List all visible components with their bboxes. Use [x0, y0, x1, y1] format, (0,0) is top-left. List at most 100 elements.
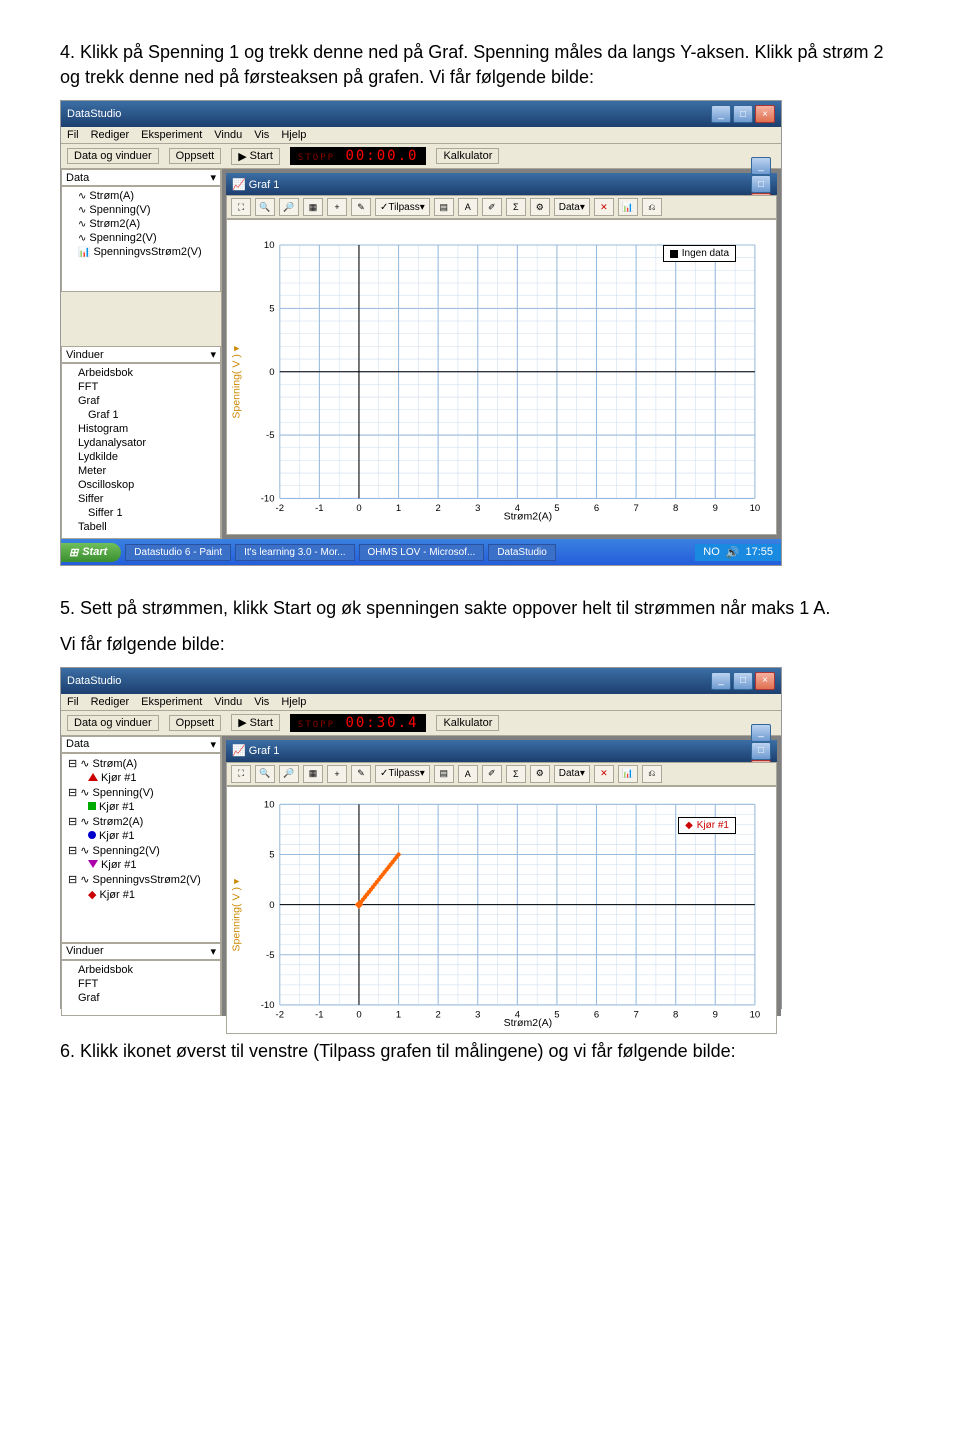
- menu-vis[interactable]: Vis: [254, 696, 269, 708]
- list-item[interactable]: Lydanalysator: [64, 436, 218, 450]
- list-item[interactable]: Lydkilde: [64, 450, 218, 464]
- tool-icon[interactable]: ⎌: [642, 765, 662, 783]
- close-button[interactable]: ×: [755, 105, 775, 123]
- plot-area[interactable]: -2-1012345678910-10-50510 Spenning( V ) …: [226, 786, 777, 1034]
- data-dropdown[interactable]: Data ▾: [554, 198, 590, 216]
- taskbar-item[interactable]: Datastudio 6 - Paint: [125, 544, 231, 561]
- tilpass-button[interactable]: ✓Tilpass ▾: [375, 765, 430, 783]
- graph-max-button[interactable]: □: [751, 742, 771, 760]
- list-item[interactable]: Siffer: [64, 492, 218, 506]
- tool-icon[interactable]: ✐: [482, 198, 502, 216]
- zoom-out-icon[interactable]: 🔎: [279, 198, 299, 216]
- list-item[interactable]: ∿Spenning(V): [64, 203, 218, 217]
- maximize-button[interactable]: □: [733, 672, 753, 690]
- list-item[interactable]: Arbeidsbok: [64, 963, 218, 977]
- menu-vis[interactable]: Vis: [254, 129, 269, 141]
- list-item[interactable]: 📊SpenningvsStrøm2(V): [64, 245, 218, 259]
- calc-button[interactable]: Kalkulator: [436, 715, 499, 731]
- data-dropdown[interactable]: Data ▾: [554, 765, 590, 783]
- zoom-icon[interactable]: 🔍: [255, 765, 275, 783]
- list-item[interactable]: Meter: [64, 464, 218, 478]
- menu-hjelp[interactable]: Hjelp: [281, 129, 306, 141]
- list-item[interactable]: ◆ Kjør #1: [64, 887, 218, 902]
- list-item[interactable]: Graf: [64, 394, 218, 408]
- tool-icon[interactable]: 📊: [618, 198, 638, 216]
- tool-icon[interactable]: A: [458, 765, 478, 783]
- taskbar-item[interactable]: OHMS LOV - Microsof...: [359, 544, 485, 561]
- tool-icon[interactable]: ✎: [351, 198, 371, 216]
- tool-icon[interactable]: Σ: [506, 198, 526, 216]
- list-item[interactable]: Histogram: [64, 422, 218, 436]
- list-item[interactable]: Oscilloskop: [64, 478, 218, 492]
- zoom-out-icon[interactable]: 🔎: [279, 765, 299, 783]
- start-button[interactable]: ▶ Start: [231, 148, 280, 165]
- list-item[interactable]: ⊟ ∿ Spenning2(V): [64, 843, 218, 858]
- dropdown-icon[interactable]: ▾: [210, 171, 216, 184]
- list-item[interactable]: Kjør #1: [64, 800, 218, 814]
- menu-hjelp[interactable]: Hjelp: [281, 696, 306, 708]
- list-item[interactable]: ∿Strøm2(A): [64, 217, 218, 231]
- tool-icon[interactable]: ✐: [482, 765, 502, 783]
- plot-area[interactable]: -2-1012345678910-10-50510 Spenning( V ) …: [226, 219, 777, 535]
- data-windows-button[interactable]: Data og vinduer: [67, 148, 159, 164]
- menu-vindu[interactable]: Vindu: [214, 129, 242, 141]
- zoom-icon[interactable]: 🔍: [255, 198, 275, 216]
- dropdown-icon[interactable]: ▾: [210, 348, 216, 361]
- tool-icon[interactable]: 📊: [618, 765, 638, 783]
- tray-icon[interactable]: 🔊: [726, 546, 740, 559]
- data-windows-button[interactable]: Data og vinduer: [67, 715, 159, 731]
- list-item[interactable]: ⊟ ∿ SpenningvsStrøm2(V): [64, 872, 218, 887]
- dropdown-icon[interactable]: ▾: [210, 945, 216, 958]
- tool-icon[interactable]: A: [458, 198, 478, 216]
- list-item[interactable]: Kjør #1: [64, 771, 218, 785]
- tool-icon[interactable]: ✎: [351, 765, 371, 783]
- close-button[interactable]: ×: [755, 672, 775, 690]
- menu-eksperiment[interactable]: Eksperiment: [141, 129, 202, 141]
- tilpass-button[interactable]: ✓Tilpass ▾: [375, 198, 430, 216]
- cursor-icon[interactable]: +: [327, 765, 347, 783]
- menu-rediger[interactable]: Rediger: [91, 696, 130, 708]
- tool-icon[interactable]: ⎌: [642, 198, 662, 216]
- list-item[interactable]: ⊟ ∿ Strøm2(A): [64, 814, 218, 829]
- maximize-button[interactable]: □: [733, 105, 753, 123]
- calc-button[interactable]: Kalkulator: [436, 148, 499, 164]
- menu-vindu[interactable]: Vindu: [214, 696, 242, 708]
- list-item[interactable]: ⊟ ∿ Spenning(V): [64, 785, 218, 800]
- list-item[interactable]: FFT: [64, 977, 218, 991]
- list-item[interactable]: Arbeidsbok: [64, 366, 218, 380]
- list-item[interactable]: Tabell: [64, 520, 218, 534]
- graph-min-button[interactable]: _: [751, 157, 771, 175]
- language-indicator[interactable]: NO: [703, 546, 720, 558]
- list-item[interactable]: ∿Spenning2(V): [64, 231, 218, 245]
- tool-icon[interactable]: Σ: [506, 765, 526, 783]
- graph-max-button[interactable]: □: [751, 175, 771, 193]
- menu-eksperiment[interactable]: Eksperiment: [141, 696, 202, 708]
- menu-rediger[interactable]: Rediger: [91, 129, 130, 141]
- select-icon[interactable]: ▦: [303, 198, 323, 216]
- taskbar-item[interactable]: It's learning 3.0 - Mor...: [235, 544, 354, 561]
- list-item[interactable]: Kjør #1: [64, 829, 218, 843]
- menu-fil[interactable]: Fil: [67, 696, 79, 708]
- dropdown-icon[interactable]: ▾: [210, 738, 216, 751]
- tool-icon[interactable]: ▤: [434, 198, 454, 216]
- start-menu-button[interactable]: ⊞Start: [61, 543, 121, 562]
- list-item[interactable]: Kjør #1: [64, 858, 218, 872]
- list-item[interactable]: FFT: [64, 380, 218, 394]
- fit-icon[interactable]: ⛶: [231, 198, 251, 216]
- start-button[interactable]: ▶ Start: [231, 714, 280, 731]
- delete-icon[interactable]: ✕: [594, 765, 614, 783]
- list-item[interactable]: ⊟ ∿ Strøm(A): [64, 756, 218, 771]
- minimize-button[interactable]: _: [711, 672, 731, 690]
- setup-button[interactable]: Oppsett: [169, 715, 222, 731]
- setup-button[interactable]: Oppsett: [169, 148, 222, 164]
- tool-icon[interactable]: ▤: [434, 765, 454, 783]
- graph-min-button[interactable]: _: [751, 724, 771, 742]
- list-item[interactable]: Graf 1: [64, 408, 218, 422]
- menu-fil[interactable]: Fil: [67, 129, 79, 141]
- taskbar-item[interactable]: DataStudio: [488, 544, 555, 561]
- minimize-button[interactable]: _: [711, 105, 731, 123]
- fit-icon[interactable]: ⛶: [231, 765, 251, 783]
- cursor-icon[interactable]: +: [327, 198, 347, 216]
- list-item[interactable]: Siffer 1: [64, 506, 218, 520]
- list-item[interactable]: Graf: [64, 991, 218, 1005]
